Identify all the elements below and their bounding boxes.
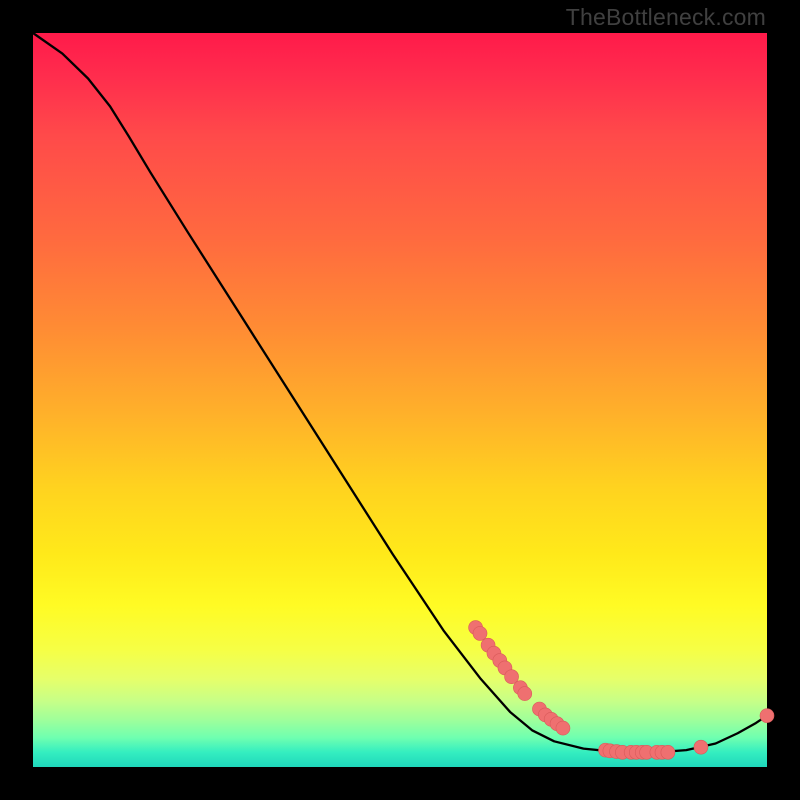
data-dot: [760, 709, 774, 723]
watermark-label: TheBottleneck.com: [566, 4, 766, 31]
data-dot: [556, 721, 570, 735]
data-dot: [694, 740, 708, 754]
chart-svg: [33, 33, 767, 767]
data-dot: [661, 745, 675, 759]
plot-area: [33, 33, 767, 767]
data-dot: [518, 687, 532, 701]
data-dot: [473, 626, 487, 640]
bottleneck-curve: [33, 33, 767, 752]
chart-frame: TheBottleneck.com: [0, 0, 800, 800]
